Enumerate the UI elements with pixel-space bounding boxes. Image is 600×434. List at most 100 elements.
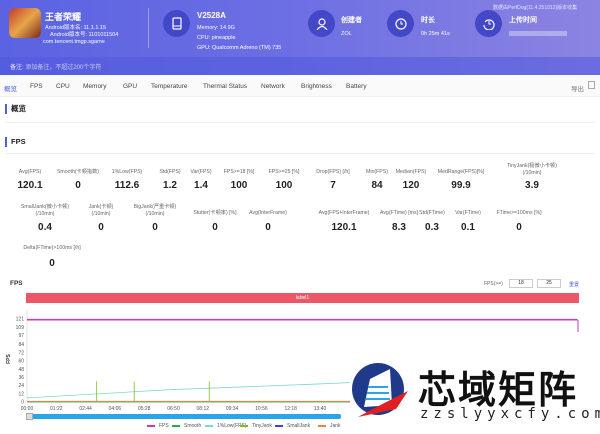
fps-threshold-input-1[interactable]: 18 xyxy=(509,279,533,288)
tab-cpu[interactable]: CPU xyxy=(56,83,70,90)
legend-swatch-icon xyxy=(275,424,283,427)
metric-label: MedRange(FPS)[%] xyxy=(437,169,485,175)
metric-value: 1.4 xyxy=(194,180,208,191)
metric-value: 99.9 xyxy=(451,180,471,191)
metric-value: 3.9 xyxy=(525,180,539,191)
tab-overview[interactable]: 概览 xyxy=(4,83,17,93)
y-tick-label: 0 xyxy=(21,400,24,406)
x-tick-label: 06:50 xyxy=(167,406,180,412)
tab-fps[interactable]: FPS xyxy=(30,83,43,90)
metric-value: 8.3 xyxy=(392,222,406,233)
scrollbar-handle[interactable] xyxy=(26,413,33,420)
history-icon xyxy=(475,10,502,37)
metric-label: 1%Low(FPS) xyxy=(111,169,143,175)
user-icon xyxy=(308,10,335,37)
y-tick-label: 60 xyxy=(18,359,24,365)
legend-label: SmallJank xyxy=(287,423,311,429)
device-cpu: CPU: pineapple xyxy=(197,35,236,41)
divider xyxy=(148,8,149,48)
x-tick-label: 09:34 xyxy=(226,406,239,412)
metric-label: Delta(FTime)>100ms [/h] xyxy=(23,245,81,251)
phone-icon xyxy=(163,10,190,37)
metric-value: 0.4 xyxy=(38,222,52,233)
overview-section-title: 概览 xyxy=(5,104,26,114)
x-tick-label: 00:00 xyxy=(21,406,34,412)
tab-battery[interactable]: Battery xyxy=(346,83,367,90)
metric-label: TinyJank(极微小卡顿) (/10min) xyxy=(507,163,557,176)
legend-label: FPS xyxy=(159,423,169,429)
metric-label: Avg(FTime) [ms] xyxy=(379,210,419,216)
metric-value: 84 xyxy=(371,180,383,191)
metric-label: Min(FPS) xyxy=(366,169,388,175)
metric-value: 0 xyxy=(75,180,81,191)
export-icon[interactable] xyxy=(588,81,595,89)
metric-label: FTime>=100ms [%] xyxy=(496,210,542,216)
source-note: 数据由PerfDog(11.4.251012)版本收集 xyxy=(493,5,578,11)
tab-brightness[interactable]: Brightness xyxy=(301,83,332,90)
legend-item[interactable]: SmallJank xyxy=(275,423,310,429)
y-tick-label: 84 xyxy=(18,342,24,348)
device-gpu: GPU: Qualcomm Adreno (TM) 735 xyxy=(197,45,282,51)
reset-button[interactable]: 重置 xyxy=(569,281,579,288)
metric-value: 120 xyxy=(402,180,420,191)
device-memory: Memory: 14.9G xyxy=(197,25,235,31)
metric-value: 0 xyxy=(49,258,55,269)
metric-label: Avg(InterFrame) xyxy=(249,210,287,216)
x-tick-label: 13:40 xyxy=(314,406,327,412)
metric-label: FPS>=25 [%] xyxy=(268,169,300,175)
metric-label: Avg(FPS+InterFrame) xyxy=(318,210,370,216)
metric-label: Var(FPS) xyxy=(190,169,212,175)
metric-value: 1.2 xyxy=(163,180,177,191)
tab-memory[interactable]: Memory xyxy=(83,83,106,90)
creator-value: ZOL xyxy=(341,31,352,37)
metric-label: Drop(FPS) [/h] xyxy=(316,169,350,175)
metric-label: Std(FTime) xyxy=(419,210,445,216)
metric-label: Median(FPS) xyxy=(395,169,427,175)
remark-placeholder: 添加备注，不超过200个字符 xyxy=(25,65,102,71)
device-model: V2528A xyxy=(197,11,226,20)
x-tick-label: 05:28 xyxy=(138,406,151,412)
legend-item[interactable]: TinyJank xyxy=(240,423,272,429)
x-tick-label: 01:22 xyxy=(50,406,63,412)
metric-value: 0 xyxy=(98,222,104,233)
y-tick-label: 97 xyxy=(18,333,24,339)
legend-swatch-icon xyxy=(205,424,213,427)
metric-value: 120.1 xyxy=(17,180,43,191)
creator-label: 创建者 xyxy=(341,17,362,24)
legend-swatch-icon xyxy=(240,424,248,427)
legend-item[interactable]: FPS xyxy=(147,423,169,429)
y-axis-label: FPS xyxy=(5,354,12,364)
tab-gpu[interactable]: GPU xyxy=(123,83,137,90)
tab-thermal-status[interactable]: Thermal Status xyxy=(203,83,247,90)
metric-value: 120.1 xyxy=(331,222,357,233)
metric-value: 100 xyxy=(275,180,293,191)
fps-section-title: FPS xyxy=(5,137,26,147)
y-tick-label: 24 xyxy=(18,383,24,389)
legend-swatch-icon xyxy=(318,424,326,427)
chart-scrollbar[interactable] xyxy=(26,414,341,419)
metric-value: 0.3 xyxy=(425,222,439,233)
export-button[interactable]: 导出 xyxy=(571,83,584,93)
metric-value: 7 xyxy=(330,180,336,191)
upload-time-blurred xyxy=(509,31,567,36)
metric-value: 0 xyxy=(516,222,522,233)
legend-item[interactable]: Jank xyxy=(318,423,341,429)
x-tick-label: 08:12 xyxy=(197,406,210,412)
legend-swatch-icon xyxy=(147,424,155,427)
fps-threshold-input-2[interactable]: 25 xyxy=(537,279,561,288)
metric-label: Std(FPS) xyxy=(159,169,181,175)
label-bar[interactable]: label1 xyxy=(26,293,579,303)
tab-network[interactable]: Network xyxy=(261,83,285,90)
divider xyxy=(5,122,595,123)
remark-field[interactable]: 备注: 添加备注，不超过200个字符 xyxy=(0,57,600,75)
upload-time-label: 上传时间 xyxy=(509,17,537,24)
legend-label: Smooth xyxy=(184,423,202,429)
watermark-logo: 芯域矩阵 zzslyyxcfy.com xyxy=(350,355,600,434)
report-header: 王者荣耀 Android版本名: 11.1.1.15 Android版本号: 1… xyxy=(0,0,600,75)
legend-item[interactable]: Smooth xyxy=(172,423,201,429)
package-name: com.tencent.tmgp.sgame xyxy=(43,39,105,45)
tab-temperature[interactable]: Temperature xyxy=(151,83,188,90)
android-code: Android版本号: 1101011504 xyxy=(50,32,119,38)
y-tick-label: 12 xyxy=(18,391,24,397)
tab-bar: 概览 FPS CPU Memory GPU Temperature Therma… xyxy=(0,75,600,97)
